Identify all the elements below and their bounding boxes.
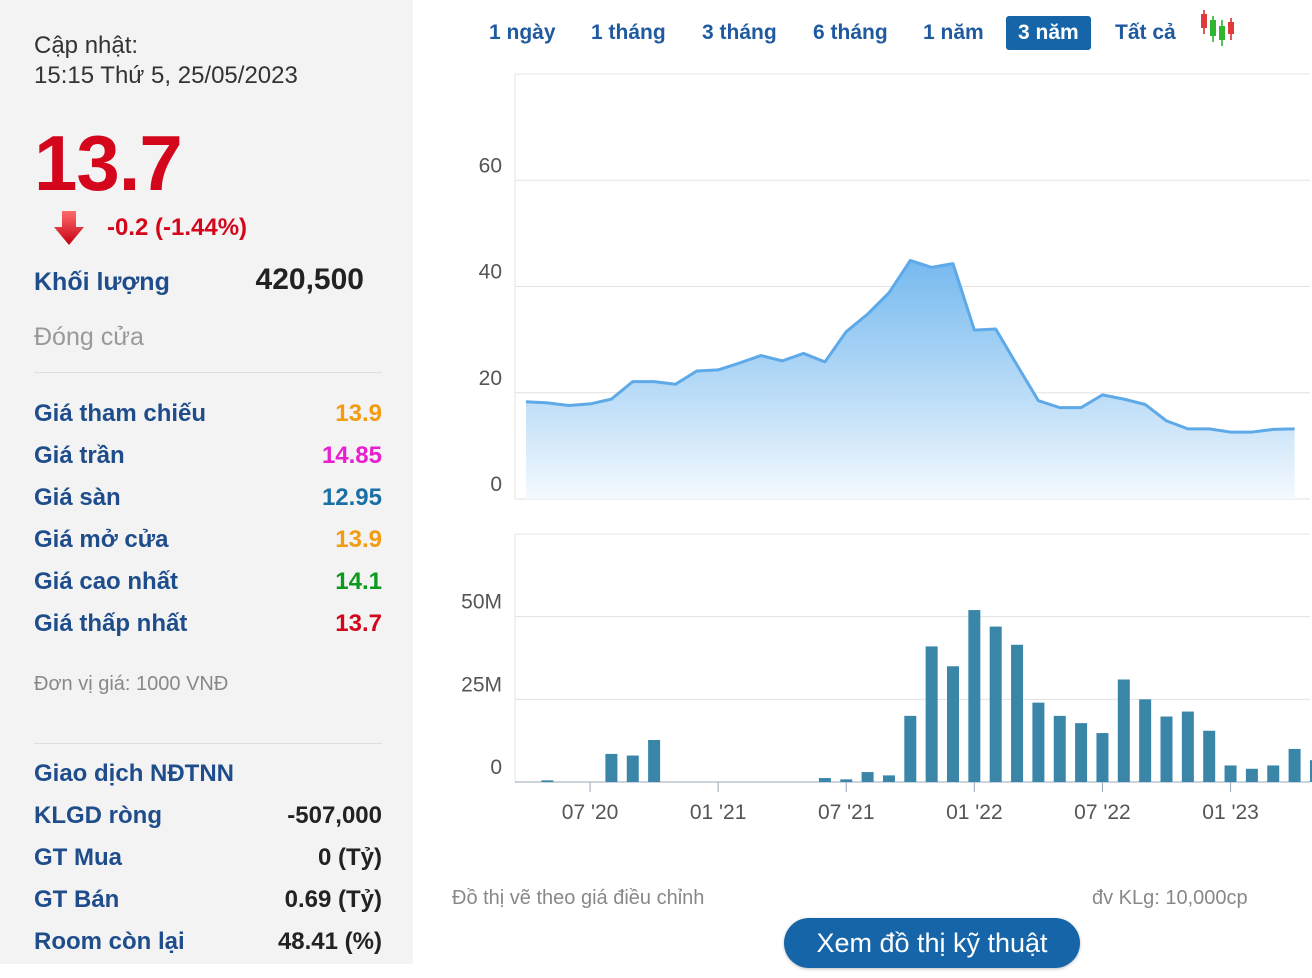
y-tick-label: 40 bbox=[479, 261, 502, 284]
foreign-value: 48.41 (%) bbox=[277, 928, 382, 955]
foreign-label: Room còn lại bbox=[34, 928, 185, 955]
volume-bar bbox=[1139, 699, 1152, 782]
stat-label: Giá cao nhất bbox=[34, 568, 179, 595]
tab-all[interactable]: Tất cả bbox=[1115, 16, 1176, 50]
volume-bar bbox=[1160, 716, 1173, 782]
foreign-label: KLGD ròng bbox=[34, 802, 162, 829]
y-tick-label: 0 bbox=[490, 473, 502, 496]
stat-label: Giá thấp nhất bbox=[34, 610, 188, 637]
x-tick-label: 07 '20 bbox=[562, 801, 619, 824]
volume-bar bbox=[989, 626, 1002, 782]
volume-label: Khối lượng bbox=[34, 268, 170, 296]
volume-bar bbox=[1245, 768, 1258, 782]
stat-label: Giá tham chiếu bbox=[34, 400, 207, 427]
stat-value: 12.95 bbox=[321, 484, 382, 511]
foreign-row-room: Room còn lại 48.41 (%) bbox=[34, 928, 382, 964]
volume-bar bbox=[840, 779, 853, 782]
tab-3-months[interactable]: 3 tháng bbox=[702, 16, 777, 50]
volume-bar bbox=[541, 780, 554, 782]
update-datetime: 15:15 Thứ 5, 25/05/2023 bbox=[34, 62, 298, 89]
volume-bar bbox=[925, 646, 938, 782]
candlestick-icon[interactable] bbox=[1196, 8, 1242, 48]
stat-label: Giá trần bbox=[34, 442, 125, 469]
stat-row-ceiling: Giá trần 14.85 bbox=[34, 442, 382, 478]
volume-bar bbox=[861, 772, 874, 782]
volume-bar bbox=[1288, 748, 1301, 782]
volume-bar bbox=[882, 775, 895, 782]
price-area bbox=[526, 260, 1295, 499]
volume-bar bbox=[1032, 702, 1045, 782]
market-status: Đóng cửa bbox=[34, 323, 144, 351]
down-arrow-icon bbox=[54, 211, 84, 245]
divider bbox=[34, 372, 382, 373]
volume-bar bbox=[904, 715, 917, 782]
volume-bar bbox=[626, 755, 639, 782]
volume-bar bbox=[1267, 765, 1280, 782]
x-tick-label: 07 '21 bbox=[818, 801, 875, 824]
volume-bar bbox=[1181, 711, 1194, 782]
volume-bar bbox=[1011, 644, 1024, 782]
tab-1-month[interactable]: 1 tháng bbox=[591, 16, 666, 50]
volume-bar bbox=[1117, 679, 1130, 782]
volume-bar bbox=[1203, 730, 1216, 782]
foreign-label: GT Bán bbox=[34, 886, 120, 913]
stat-value: 13.9 bbox=[335, 400, 382, 427]
quote-panel: Cập nhật: 15:15 Thứ 5, 25/05/2023 13.7 -… bbox=[0, 0, 413, 964]
foreign-row-sell-value: GT Bán 0.69 (Tỷ) bbox=[34, 886, 382, 922]
tab-3-years[interactable]: 3 năm bbox=[1006, 16, 1091, 50]
price-area-chart: 0 20 40 60 bbox=[479, 73, 1310, 500]
x-tick-label: 07 '22 bbox=[1074, 801, 1131, 824]
volume-bar bbox=[947, 666, 959, 782]
volume-bar bbox=[1053, 715, 1066, 782]
foreign-value: 0.69 (Tỷ) bbox=[284, 886, 382, 913]
foreign-row-net-volume: KLGD ròng -507,000 bbox=[34, 802, 382, 838]
volume-bar bbox=[648, 740, 661, 782]
stat-value: 14.85 bbox=[321, 442, 382, 469]
volume-bar bbox=[818, 778, 831, 782]
foreign-value: -507,000 bbox=[287, 802, 382, 829]
y-tick-label: 0 bbox=[490, 756, 502, 779]
price-change: -0.2 (-1.44%) bbox=[107, 214, 248, 241]
x-tick-label: 01 '23 bbox=[1202, 801, 1259, 824]
stat-value: 14.1 bbox=[335, 568, 382, 595]
volume-bar bbox=[968, 610, 981, 782]
stat-value: 13.9 bbox=[335, 526, 382, 553]
x-tick-label: 01 '22 bbox=[946, 801, 1003, 824]
technical-chart-button[interactable]: Xem đồ thị kỹ thuật bbox=[784, 918, 1080, 968]
y-tick-label: 20 bbox=[479, 367, 502, 390]
volume-bar bbox=[605, 753, 618, 782]
stat-row-low: Giá thấp nhất 13.7 bbox=[34, 610, 382, 646]
volume-unit-note: đv KLg: 10,000cp bbox=[1092, 887, 1248, 909]
stat-row-reference: Giá tham chiếu 13.9 bbox=[34, 400, 382, 436]
divider bbox=[34, 743, 382, 744]
volume-bar-chart: 0 25M 50M 07 '20 01 '21 07 '21 01 '22 07 '22 01 … bbox=[461, 533, 1312, 824]
price-unit-note: Đơn vị giá: 1000 VNĐ bbox=[34, 673, 229, 695]
volume-bar bbox=[1075, 723, 1088, 782]
tab-1-year[interactable]: 1 năm bbox=[923, 16, 984, 50]
y-tick-label: 25M bbox=[461, 673, 502, 696]
stat-row-open: Giá mở cửa 13.9 bbox=[34, 526, 382, 562]
volume-bar bbox=[1224, 765, 1237, 782]
tab-1-day[interactable]: 1 ngày bbox=[489, 16, 556, 50]
foreign-label: GT Mua bbox=[34, 844, 122, 871]
foreign-row-buy-value: GT Mua 0 (Tỷ) bbox=[34, 844, 382, 880]
foreign-trading-title: Giao dịch NĐTNN bbox=[34, 760, 235, 787]
volume-value: 420,500 bbox=[255, 263, 364, 296]
x-tick-label: 01 '21 bbox=[690, 801, 747, 824]
last-price: 13.7 bbox=[34, 119, 183, 207]
stat-value: 13.7 bbox=[335, 610, 382, 637]
stat-label: Giá sàn bbox=[34, 484, 121, 511]
stat-row-high: Giá cao nhất 14.1 bbox=[34, 568, 382, 604]
tab-6-months[interactable]: 6 tháng bbox=[813, 16, 888, 50]
update-label: Cập nhật: bbox=[34, 32, 139, 59]
volume-bar bbox=[1096, 733, 1109, 782]
y-tick-label: 60 bbox=[479, 154, 502, 177]
adjusted-price-note: Đồ thị vẽ theo giá điều chỉnh bbox=[452, 887, 705, 909]
stat-row-floor: Giá sàn 12.95 bbox=[34, 484, 382, 520]
stat-label: Giá mở cửa bbox=[34, 526, 169, 553]
foreign-value: 0 (Tỷ) bbox=[317, 844, 382, 871]
y-tick-label: 50M bbox=[461, 591, 502, 614]
